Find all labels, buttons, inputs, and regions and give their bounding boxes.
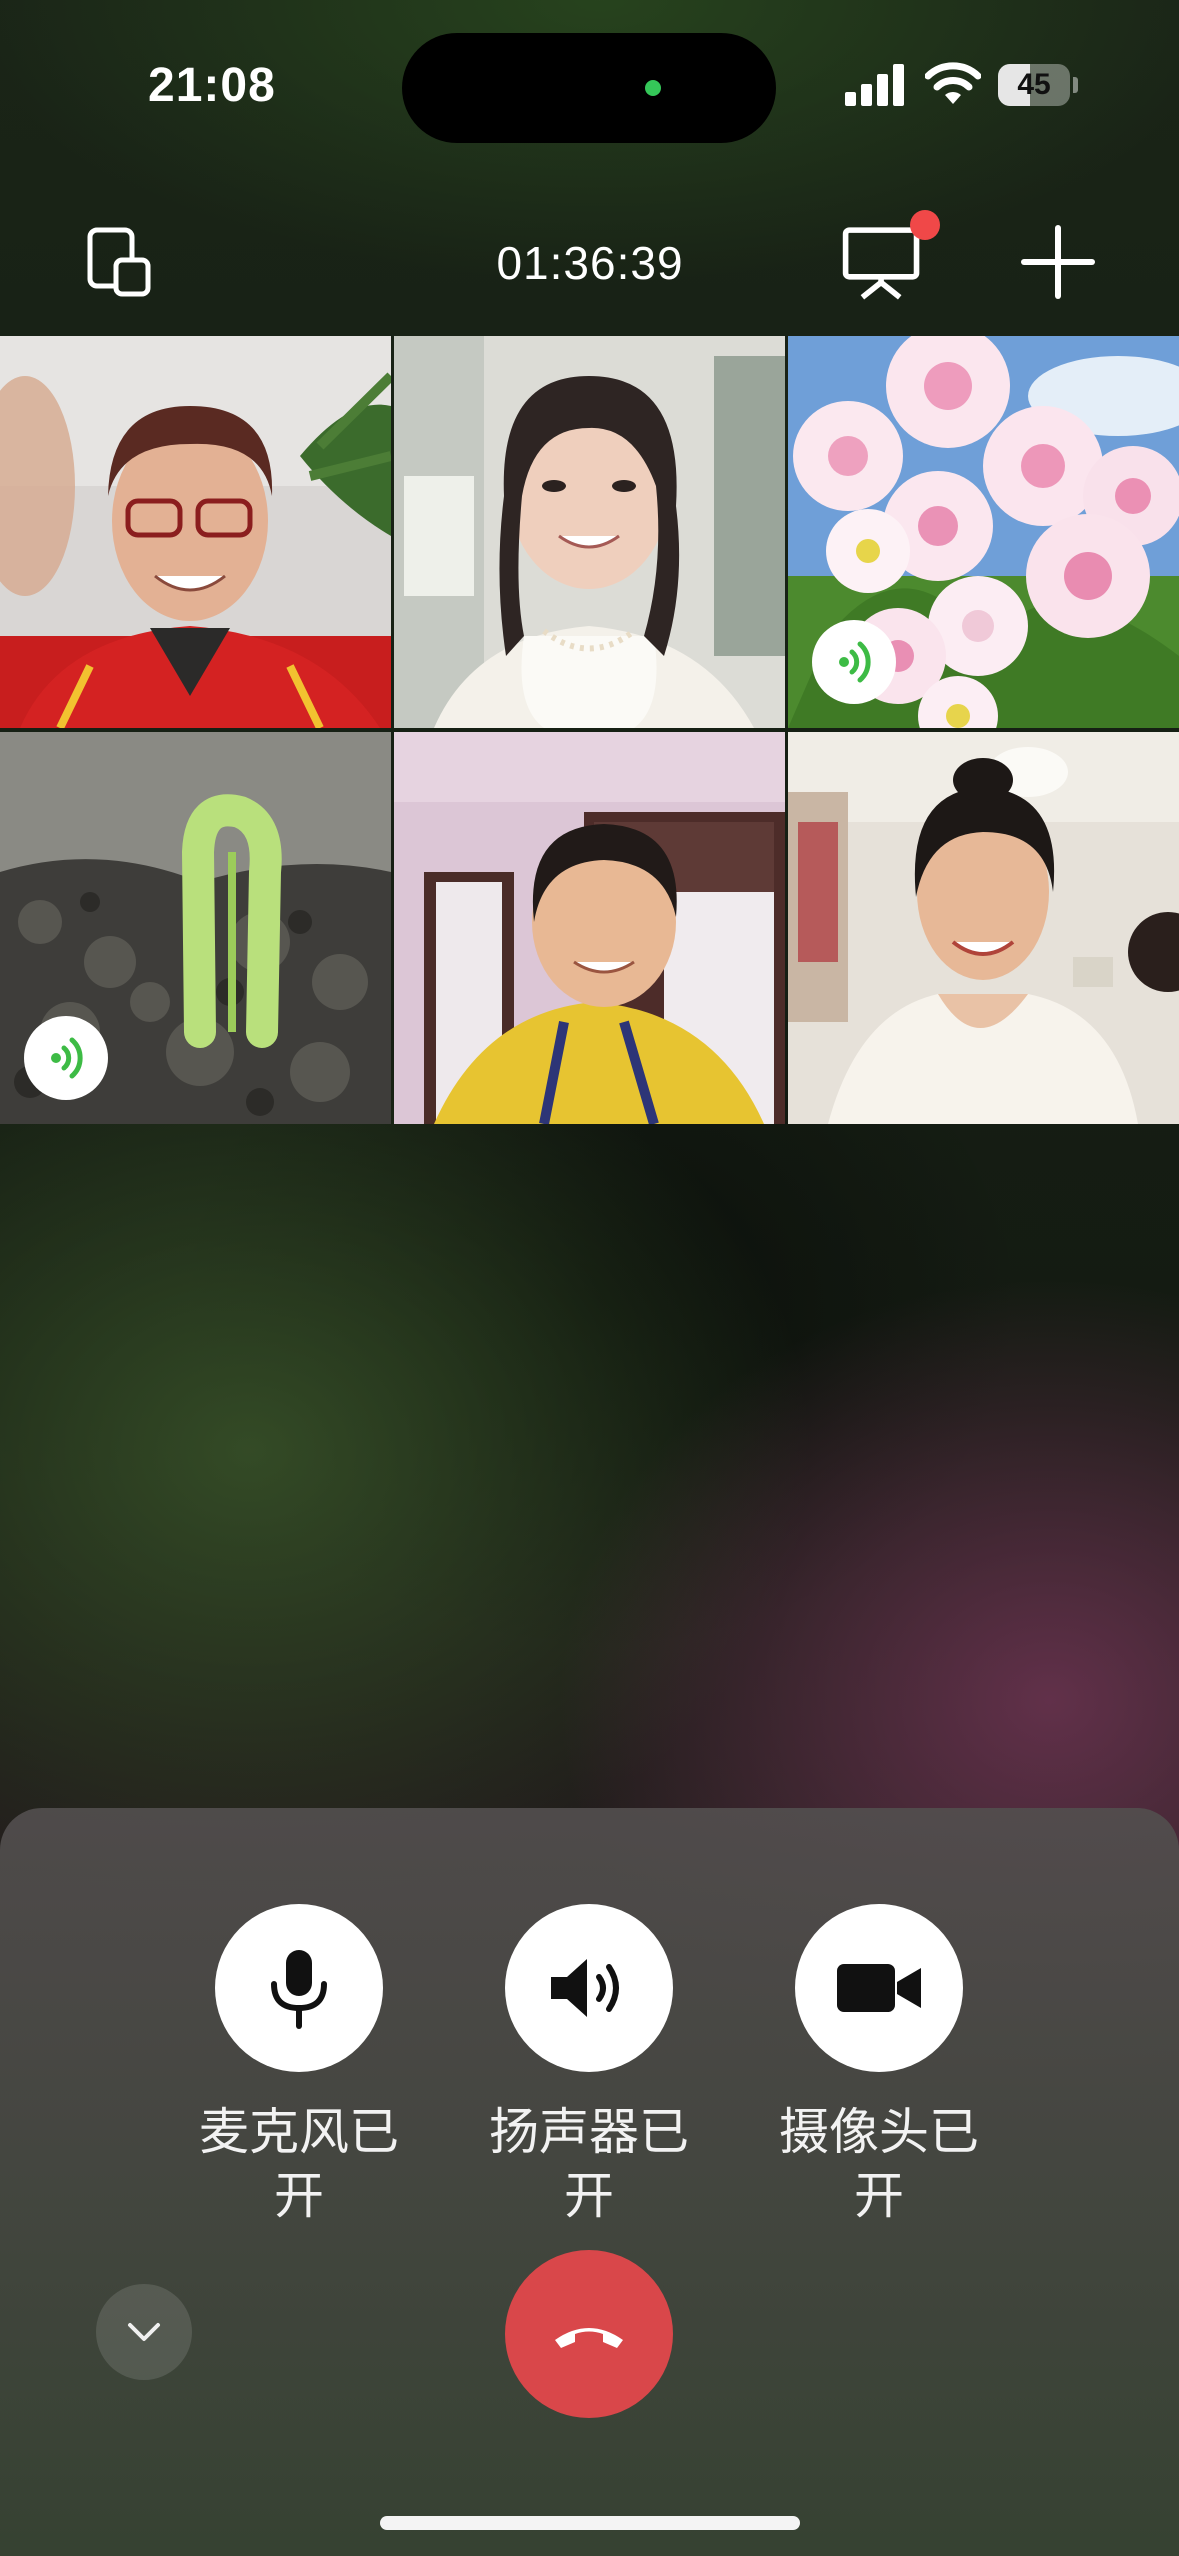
microphone-control: 麦克风已开 — [174, 1904, 424, 2228]
battery-icon: 45 — [998, 64, 1078, 106]
add-participant-button[interactable] — [1016, 220, 1100, 304]
speaker-button[interactable] — [505, 1904, 673, 2072]
participant-video-tile[interactable] — [788, 732, 1179, 1124]
camera-indicator-dot — [645, 80, 661, 96]
participant-video — [394, 732, 785, 1124]
speaker-icon — [551, 1959, 619, 2017]
battery-body: 45 — [998, 64, 1070, 106]
switch-view-button[interactable] — [78, 220, 162, 304]
add-icon — [1021, 225, 1095, 299]
microphone-icon — [271, 1950, 327, 2029]
screen-share-button[interactable] — [840, 210, 940, 302]
participant-video-tile[interactable] — [394, 336, 785, 728]
camera-control: 摄像头已开 — [754, 1904, 1004, 2228]
participant-video-tile[interactable] — [0, 336, 391, 728]
dynamic-island — [402, 33, 776, 143]
microphone-button[interactable] — [215, 1904, 383, 2072]
hang-up-button[interactable] — [505, 2250, 673, 2418]
wifi-icon — [925, 62, 981, 104]
voice-activity-icon — [51, 1037, 83, 1079]
participant-video — [788, 732, 1179, 1124]
battery-tip — [1073, 77, 1078, 93]
camera-button[interactable] — [795, 1904, 963, 2072]
speaking-indicator — [812, 620, 896, 704]
speaking-indicator — [24, 1016, 108, 1100]
participant-video-tile[interactable] — [394, 732, 785, 1124]
participant-video — [0, 336, 391, 728]
camera-label: 摄像头已开 — [779, 2103, 979, 2225]
signal-icon — [845, 64, 904, 106]
speaker-control: 扬声器已开 — [464, 1904, 714, 2228]
call-control-panel: 麦克风已开 扬声器已开 摄像头已开 — [0, 1808, 1179, 2556]
switch-view-icon — [87, 227, 151, 297]
voice-activity-icon — [839, 641, 871, 683]
notification-dot — [910, 210, 940, 240]
video-grid — [0, 336, 1179, 1124]
speaker-label: 扬声器已开 — [489, 2103, 689, 2225]
hang-up-icon — [555, 2328, 623, 2348]
status-time: 21:08 — [148, 59, 276, 112]
microphone-label: 麦克风已开 — [199, 2103, 399, 2225]
video-camera-icon — [837, 1964, 921, 2012]
participant-video — [394, 336, 785, 728]
collapse-panel-button[interactable] — [96, 2284, 192, 2380]
battery-level: 45 — [1017, 68, 1051, 101]
home-indicator[interactable] — [380, 2516, 800, 2530]
participant-video-tile[interactable] — [0, 732, 391, 1124]
chevron-down-icon — [128, 2323, 160, 2341]
call-duration: 01:36:39 — [496, 237, 684, 289]
participant-video-tile[interactable] — [788, 336, 1179, 728]
